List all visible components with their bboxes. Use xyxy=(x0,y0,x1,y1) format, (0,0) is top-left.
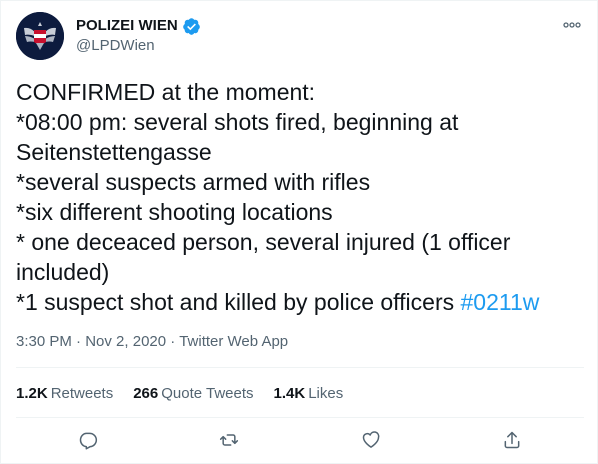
tweet-header: POLIZEI WIEN @LPDWien xyxy=(16,12,584,62)
display-name[interactable]: POLIZEI WIEN xyxy=(76,16,201,36)
share-button[interactable] xyxy=(497,425,527,455)
meta-separator: · xyxy=(76,333,82,350)
tweet-stats: 1.2K Retweets 266 Quote Tweets 1.4K Likes xyxy=(16,382,363,406)
meta-separator: · xyxy=(170,333,176,350)
more-options-icon xyxy=(563,22,581,28)
avatar[interactable] xyxy=(16,12,64,60)
likes-stat[interactable]: 1.4K Likes xyxy=(274,384,344,404)
retweets-stat[interactable]: 1.2K Retweets xyxy=(16,384,113,404)
like-button[interactable] xyxy=(356,425,386,455)
like-icon xyxy=(362,431,380,448)
likes-count: 1.4K xyxy=(273,385,306,402)
hashtag-link[interactable]: #0211w xyxy=(461,289,540,315)
divider xyxy=(16,367,584,368)
divider xyxy=(16,417,584,418)
tweet-text-body: CONFIRMED at the moment: *08:00 pm: seve… xyxy=(16,79,511,315)
police-eagle-crest-icon xyxy=(16,12,64,60)
account-handle[interactable]: @LPDWien xyxy=(76,36,201,56)
display-name-text: POLIZEI WIEN xyxy=(76,17,178,34)
reply-icon xyxy=(79,432,98,450)
quote-tweets-stat[interactable]: 266 Quote Tweets xyxy=(133,384,253,404)
tweet-actions xyxy=(16,425,584,455)
retweets-label: Retweets xyxy=(50,385,114,402)
tweet-source[interactable]: Twitter Web App xyxy=(179,333,288,350)
account-names: POLIZEI WIEN @LPDWien xyxy=(76,16,201,56)
verified-badge-icon xyxy=(182,17,200,35)
retweets-count: 1.2K xyxy=(16,385,48,402)
tweet-meta: 3:30 PM · Nov 2, 2020 · Twitter Web App xyxy=(16,332,288,352)
likes-label: Likes xyxy=(308,385,344,402)
tweet-card: POLIZEI WIEN @LPDWien CONFIRMED at the m… xyxy=(0,0,598,464)
tweet-text: CONFIRMED at the moment: *08:00 pm: seve… xyxy=(16,77,584,317)
more-options-button[interactable] xyxy=(560,16,584,34)
share-icon xyxy=(504,431,520,449)
reply-button[interactable] xyxy=(73,425,103,455)
tweet-time[interactable]: 3:30 PM xyxy=(16,333,72,350)
quote-tweets-count: 266 xyxy=(133,385,159,402)
retweet-button[interactable] xyxy=(214,425,244,455)
retweet-icon xyxy=(219,434,239,446)
tweet-date[interactable]: Nov 2, 2020 xyxy=(85,333,166,350)
quote-tweets-label: Quote Tweets xyxy=(161,385,254,402)
